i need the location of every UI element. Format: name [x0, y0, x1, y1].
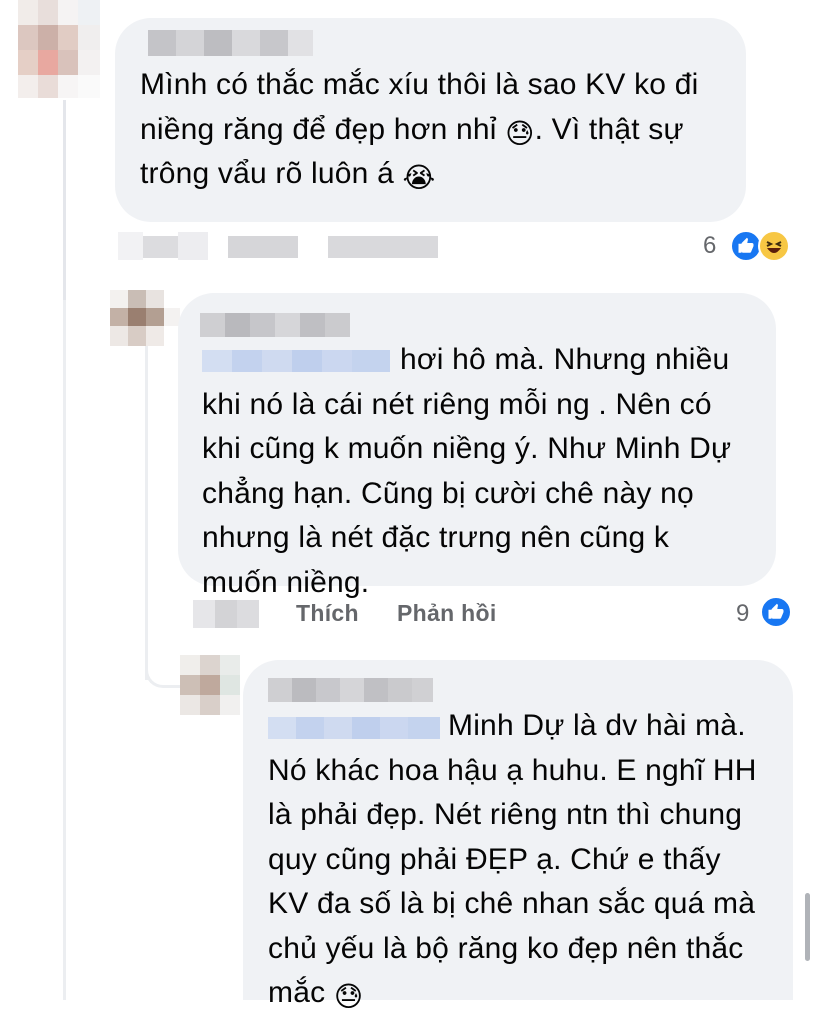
haha-icon[interactable]	[758, 230, 790, 262]
sad-sweat-emoji: 😓	[505, 116, 535, 150]
author-name-blurred[interactable]	[200, 313, 350, 337]
scrollbar[interactable]	[805, 893, 810, 961]
comment-text: Mình có thắc mắc xíu thôi là sao KV ko đ…	[140, 68, 699, 194]
avatar[interactable]	[18, 0, 100, 98]
comment-text: Minh Dự là dv hài mà. Nó khác hoa hậu ạ …	[268, 709, 757, 1013]
comment-actions-blurred[interactable]	[118, 232, 448, 262]
author-name-blurred[interactable]	[268, 678, 433, 702]
reaction-count[interactable]: 9	[736, 600, 749, 628]
thread-line-main-lower	[63, 300, 66, 1000]
timestamp-blurred[interactable]	[193, 600, 259, 628]
comment-text: hơi hô mà. Nhưng nhiều khi nó là cái nét…	[202, 343, 732, 599]
like-icon[interactable]	[760, 596, 792, 628]
thread-line-main	[63, 100, 66, 300]
reaction-count[interactable]: 6	[703, 232, 716, 260]
sad-sweat-emoji: 😓	[333, 980, 364, 1013]
thread-line-reply	[145, 345, 148, 680]
avatar[interactable]	[180, 655, 240, 715]
author-name-blurred[interactable]	[148, 30, 313, 56]
crying-emoji: 😭	[402, 161, 436, 194]
reply-button[interactable]: Phản hồi	[397, 600, 497, 627]
avatar[interactable]	[110, 290, 180, 346]
like-button[interactable]: Thích	[296, 600, 359, 627]
